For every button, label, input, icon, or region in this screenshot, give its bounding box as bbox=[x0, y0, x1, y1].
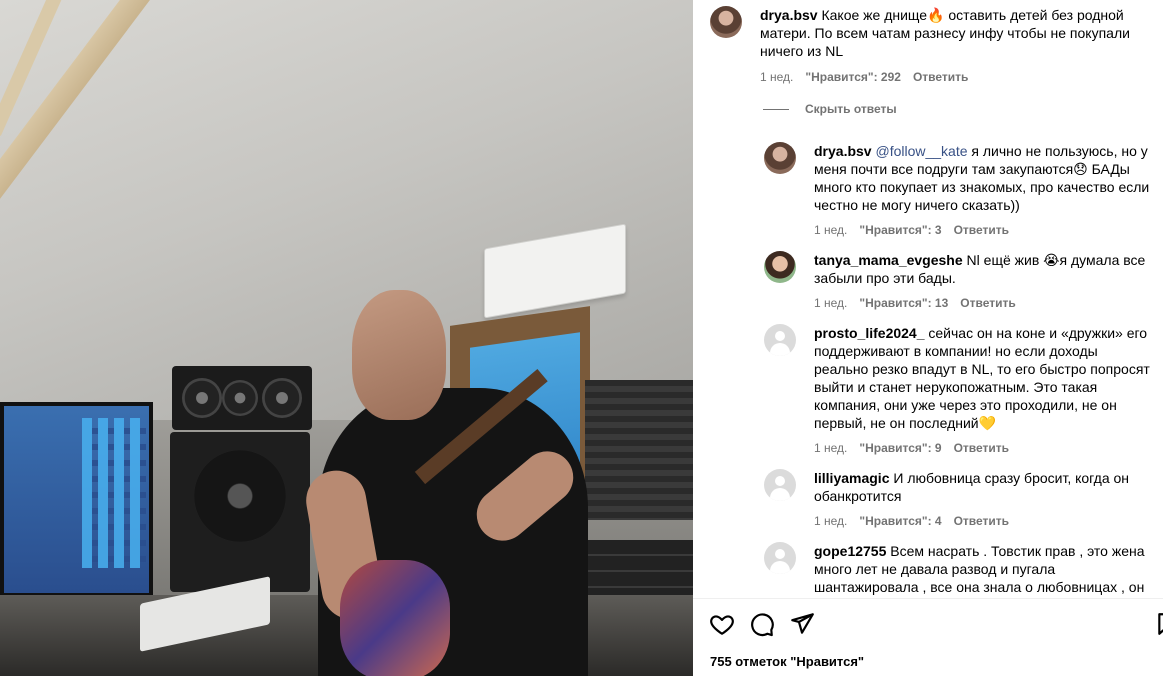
reply-likes[interactable]: "Нравится": 4 bbox=[859, 514, 941, 528]
default-avatar-icon[interactable] bbox=[764, 324, 796, 356]
reply-username[interactable]: gope12755 bbox=[814, 543, 886, 559]
guitar-body bbox=[340, 560, 450, 676]
default-avatar-icon[interactable] bbox=[764, 542, 796, 574]
hide-replies-button[interactable]: Скрыть ответы bbox=[763, 102, 897, 116]
bookmark-icon[interactable] bbox=[1155, 611, 1163, 637]
person-head bbox=[352, 290, 446, 420]
reply-time[interactable]: 1 нед. bbox=[814, 514, 847, 528]
post-media[interactable] bbox=[0, 0, 693, 676]
reply: prosto_life2024_ сейчас он на коне и «др… bbox=[764, 324, 1154, 455]
reply-button[interactable]: Ответить bbox=[913, 70, 968, 84]
reply-username[interactable]: prosto_life2024_ bbox=[814, 325, 925, 341]
reply-time[interactable]: 1 нед. bbox=[814, 223, 847, 237]
comments-panel: drya.bsv Какое же днище🔥 оставить детей … bbox=[693, 0, 1163, 676]
reply-likes[interactable]: "Нравится": 9 bbox=[859, 441, 941, 455]
comment-time[interactable]: 1 нед. bbox=[760, 70, 793, 84]
heart-icon[interactable] bbox=[709, 611, 735, 637]
avatar[interactable] bbox=[764, 142, 796, 174]
reply-likes[interactable]: "Нравится": 13 bbox=[859, 296, 948, 310]
reply-username[interactable]: tanya_mama_evgeshe bbox=[814, 252, 963, 268]
comment: drya.bsv Какое же днище🔥 оставить детей … bbox=[710, 6, 1150, 84]
comments-list[interactable]: drya.bsv Какое же днище🔥 оставить детей … bbox=[693, 0, 1163, 598]
reply-time[interactable]: 1 нед. bbox=[814, 441, 847, 455]
comment-icon[interactable] bbox=[749, 611, 775, 637]
reply-likes[interactable]: "Нравится": 3 bbox=[859, 223, 941, 237]
reply-button[interactable]: Ответить bbox=[960, 296, 1015, 310]
avatar[interactable] bbox=[764, 251, 796, 283]
reply: tanya_mama_evgeshe Nl ещё жив 😭я думала … bbox=[764, 251, 1154, 310]
post-actions-bar: 755 отметок "Нравится" bbox=[693, 598, 1163, 676]
reply-button[interactable]: Ответить bbox=[954, 223, 1009, 237]
mention-link[interactable]: @follow__kate bbox=[875, 143, 967, 159]
acoustic-panel bbox=[585, 380, 693, 520]
likes-count[interactable]: 755 отметок "Нравится" bbox=[710, 654, 864, 669]
reply-username[interactable]: lilliyamagic bbox=[814, 470, 889, 486]
reply-button[interactable]: Ответить bbox=[954, 441, 1009, 455]
subwoofer-speaker bbox=[170, 432, 310, 592]
avatar[interactable] bbox=[710, 6, 742, 38]
divider-line bbox=[763, 108, 789, 110]
default-avatar-icon[interactable] bbox=[764, 469, 796, 501]
comment-username[interactable]: drya.bsv bbox=[760, 7, 818, 23]
share-icon[interactable] bbox=[789, 611, 815, 637]
hide-replies-label: Скрыть ответы bbox=[805, 102, 897, 116]
reply-username[interactable]: drya.bsv bbox=[814, 143, 872, 159]
reply: lilliyamagic И любовница сразу бросит, к… bbox=[764, 469, 1154, 528]
reply-button[interactable]: Ответить bbox=[954, 514, 1009, 528]
comment-likes[interactable]: "Нравится": 292 bbox=[805, 70, 901, 84]
studio-monitor-speaker bbox=[172, 366, 312, 430]
reply-time[interactable]: 1 нед. bbox=[814, 296, 847, 310]
computer-monitor bbox=[0, 402, 153, 597]
reply: gope12755 Всем насрать . Товстик прав , … bbox=[764, 542, 1154, 596]
reply: drya.bsv @follow__kate я лично не пользу… bbox=[764, 142, 1154, 237]
